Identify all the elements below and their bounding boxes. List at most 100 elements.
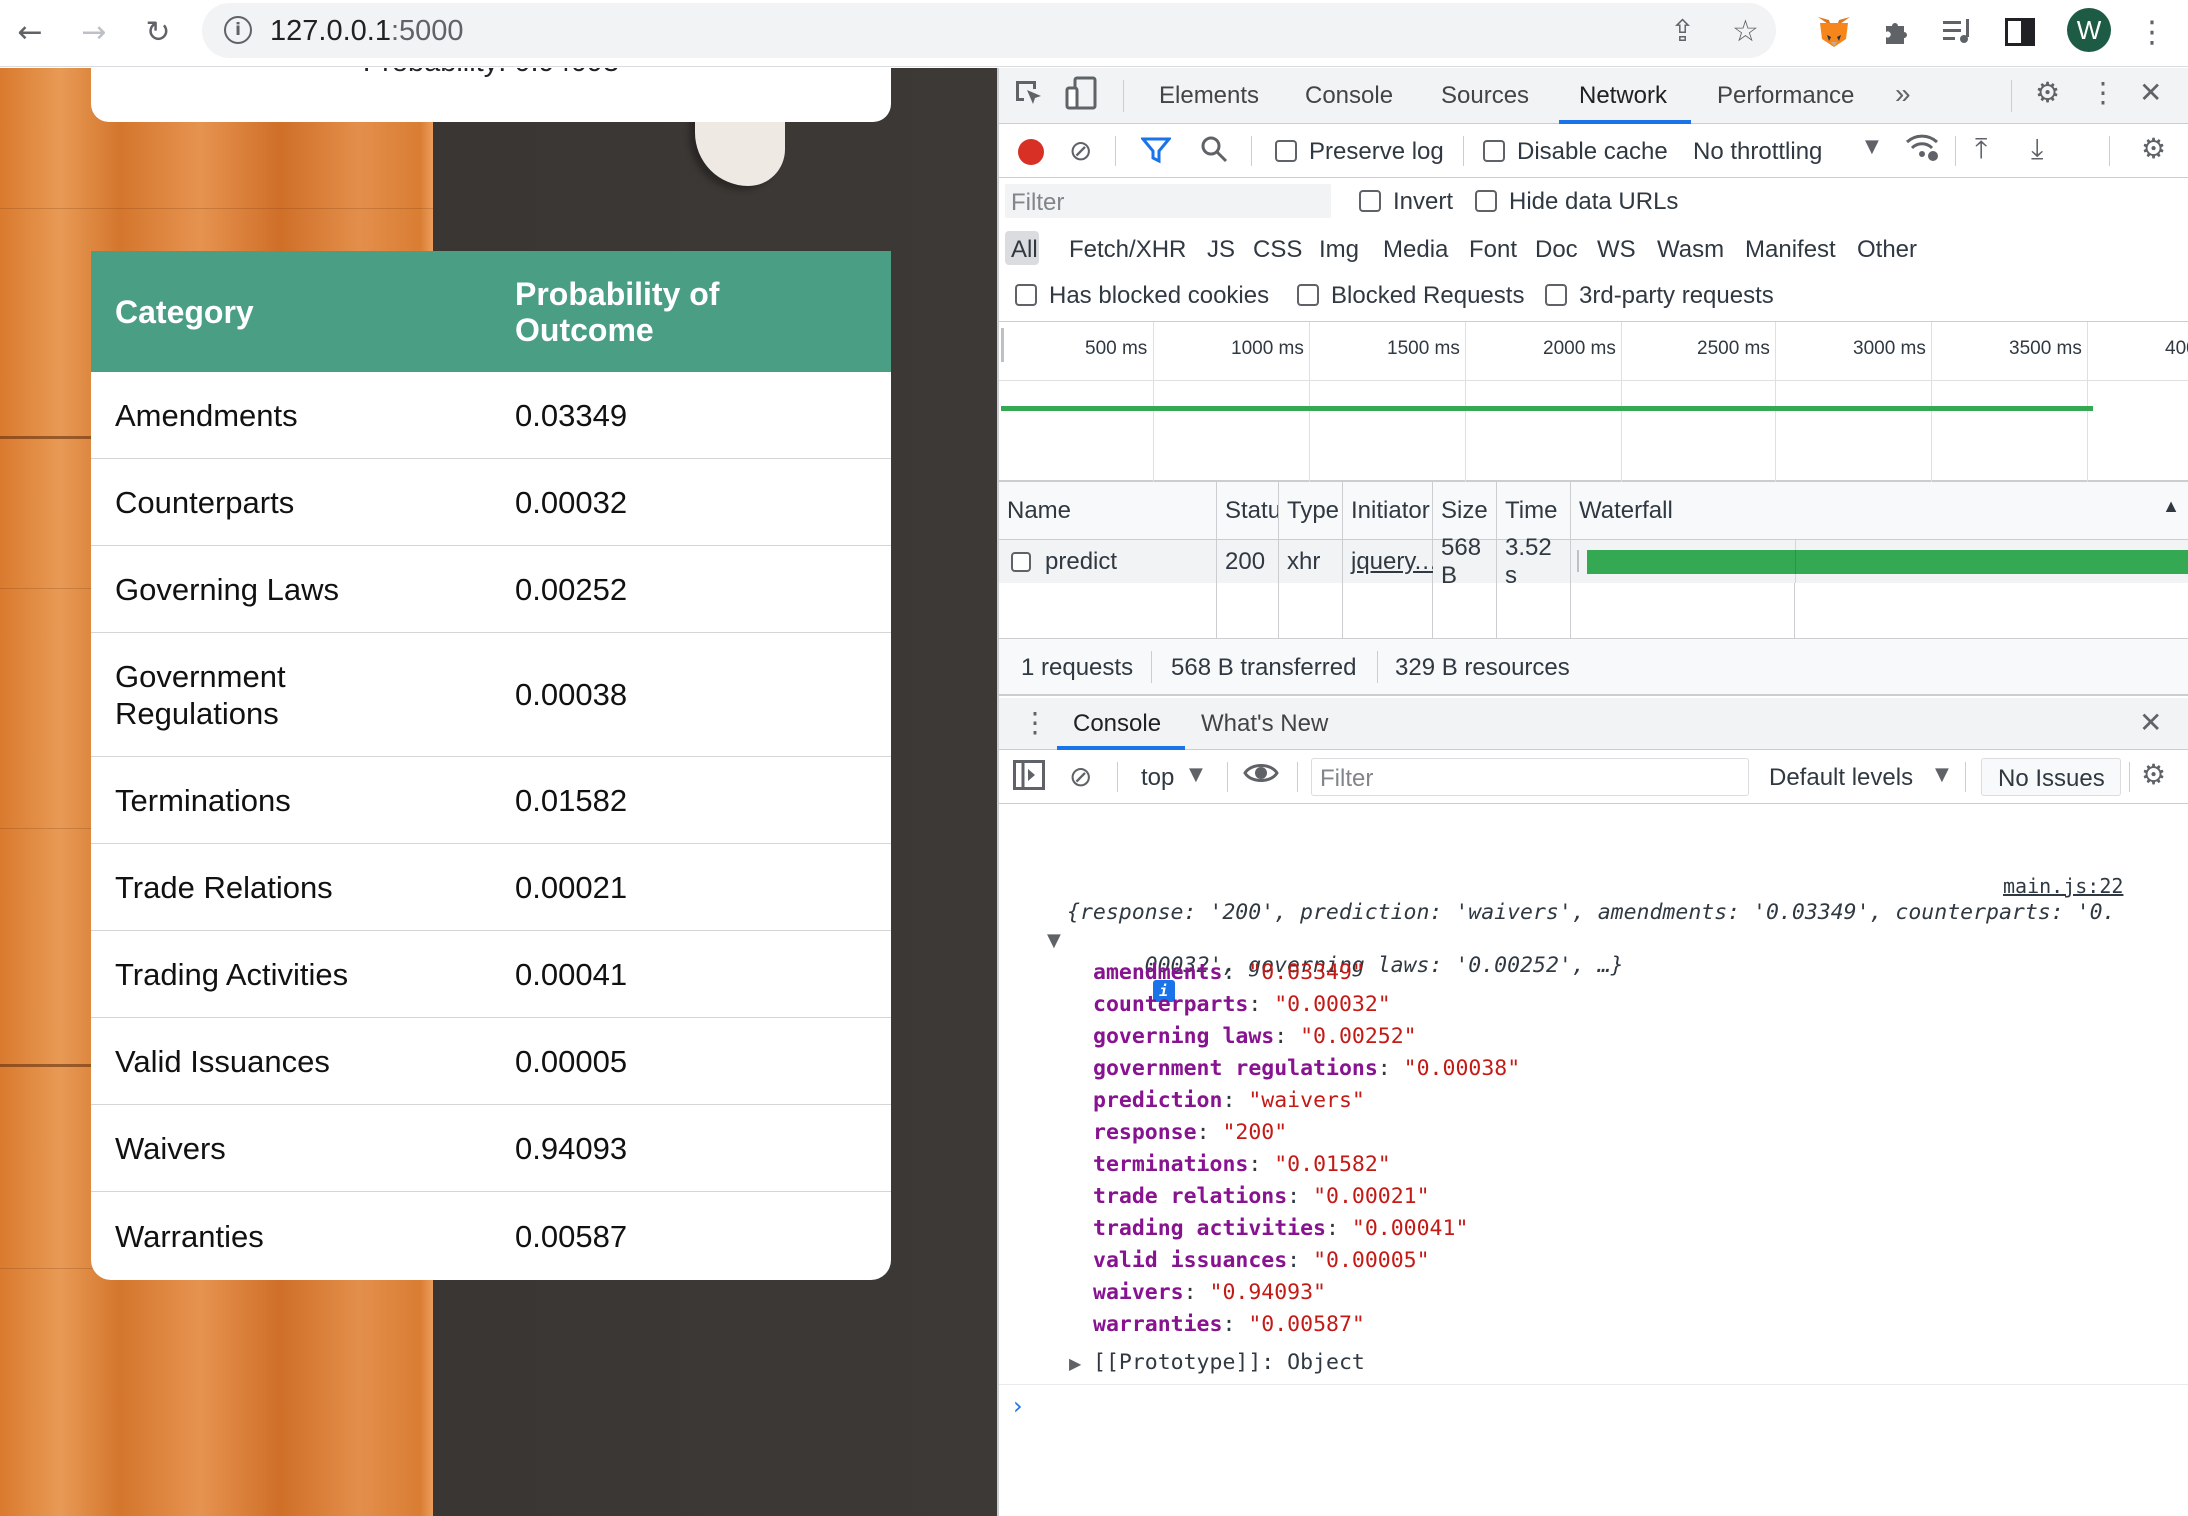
column-size[interactable]: Size [1433, 482, 1497, 540]
tab-sources[interactable]: Sources [1441, 82, 1529, 110]
sort-ascending-icon[interactable]: ▲ [2162, 496, 2180, 517]
import-har-icon[interactable]: ⤒ [1975, 132, 1987, 166]
type-filter-doc[interactable]: Doc [1535, 236, 1578, 264]
object-property-line[interactable]: trade relations: "0.00021" [1093, 1184, 1430, 1209]
profile-avatar[interactable]: W [2067, 8, 2111, 52]
preserve-log-checkbox[interactable] [1275, 140, 1297, 162]
type-filter-media[interactable]: Media [1383, 236, 1448, 264]
filter-input[interactable]: Filter [1005, 184, 1331, 218]
forward-arrow-icon[interactable]: → [72, 10, 116, 54]
type-filter-fetch-xhr[interactable]: Fetch/XHR [1069, 236, 1186, 264]
header-category: Category [115, 293, 254, 330]
drawer-tab-console[interactable]: Console [1073, 710, 1161, 738]
type-filter-wasm[interactable]: Wasm [1657, 236, 1724, 264]
record-icon[interactable] [1018, 139, 1044, 165]
filter-funnel-icon[interactable] [1139, 136, 1173, 171]
invert-checkbox[interactable] [1359, 190, 1381, 212]
column-type[interactable]: Type [1279, 482, 1343, 540]
inspect-element-icon[interactable] [1013, 78, 1045, 117]
type-filter-js[interactable]: JS [1207, 236, 1235, 264]
metamask-fox-icon[interactable] [1812, 10, 1856, 54]
log-levels-dropdown-icon[interactable]: ▼ [1935, 764, 1949, 785]
side-panel-icon[interactable] [1998, 10, 2042, 54]
console-sidebar-icon[interactable] [1013, 760, 1045, 797]
throttling-dropdown-icon[interactable]: ▼ [1865, 136, 1879, 157]
object-property-line[interactable]: amendments: "0.03349" [1093, 960, 1365, 985]
reload-icon[interactable]: ↻ [136, 10, 180, 54]
tab-performance[interactable]: Performance [1717, 82, 1854, 110]
type-filter-img[interactable]: Img [1319, 236, 1359, 264]
live-expression-eye-icon[interactable] [1243, 758, 1279, 795]
issues-button[interactable]: No Issues [1981, 758, 2121, 796]
address-bar[interactable]: i 127.0.0.1:5000 ⇪ ☆ [202, 3, 1776, 58]
network-conditions-wifi-icon[interactable] [1905, 132, 1939, 169]
back-arrow-icon[interactable]: ← [8, 10, 52, 54]
throttling-select[interactable]: No throttling [1693, 138, 1822, 166]
export-har-icon[interactable]: ⤓ [2031, 132, 2043, 166]
tab-console[interactable]: Console [1305, 82, 1393, 110]
column-name[interactable]: Name [999, 482, 1217, 540]
object-preview-line1[interactable]: {response: '200', prediction: 'waivers',… [1067, 900, 2115, 925]
log-levels-select[interactable]: Default levels [1769, 764, 1913, 792]
device-toolbar-icon[interactable] [1065, 76, 1097, 117]
hide-data-urls-checkbox[interactable] [1475, 190, 1497, 212]
clear-icon[interactable]: ⊘ [1069, 134, 1092, 167]
object-property-line[interactable]: response: "200" [1093, 1120, 1287, 1145]
column-initiator[interactable]: Initiator [1343, 482, 1433, 540]
extensions-puzzle-icon[interactable] [1874, 10, 1918, 54]
column-waterfall[interactable]: Waterfall ▲ [1571, 482, 2188, 540]
site-info-icon[interactable]: i [224, 16, 252, 44]
close-drawer-icon[interactable]: ✕ [2139, 706, 2162, 739]
object-property-line[interactable]: trading activities: "0.00041" [1093, 1216, 1468, 1241]
blocked-requests-checkbox[interactable] [1297, 284, 1319, 306]
column-status[interactable]: Status [1217, 482, 1279, 540]
type-filter-ws[interactable]: WS [1597, 236, 1636, 264]
timeline-left-handle[interactable] [1001, 328, 1004, 362]
console-settings-gear-icon[interactable]: ⚙ [2141, 758, 2166, 791]
drawer-menu-icon[interactable]: ⋮ [1021, 706, 1049, 739]
object-property-line[interactable]: valid issuances: "0.00005" [1093, 1248, 1430, 1273]
object-property-line[interactable]: government regulations: "0.00038" [1093, 1056, 1520, 1081]
console-prompt-chevron-icon[interactable]: › [1013, 1392, 1023, 1420]
probability-cell: 0.00005 [515, 1043, 628, 1079]
more-tabs-icon[interactable]: » [1895, 78, 1911, 110]
object-property-line[interactable]: waivers: "0.94093" [1093, 1280, 1326, 1305]
search-icon[interactable] [1199, 134, 1229, 171]
expand-object-triangle-icon[interactable]: ▼ [1047, 930, 1061, 951]
type-filter-other[interactable]: Other [1857, 236, 1917, 264]
has-blocked-cookies-checkbox[interactable] [1015, 284, 1037, 306]
object-property-line[interactable]: counterparts: "0.00032" [1093, 992, 1391, 1017]
tab-network[interactable]: Network [1579, 82, 1667, 110]
object-property-line[interactable]: terminations: "0.01582" [1093, 1152, 1391, 1177]
console-filter-input[interactable]: Filter [1311, 758, 1749, 796]
object-property-line[interactable]: governing laws: "0.00252" [1093, 1024, 1417, 1049]
object-property-line[interactable]: warranties: "0.00587" [1093, 1312, 1365, 1337]
browser-menu-icon[interactable]: ⋮ [2130, 10, 2174, 54]
request-name-cell[interactable]: predict [999, 540, 1217, 583]
network-settings-gear-icon[interactable]: ⚙ [2141, 132, 2166, 165]
context-dropdown-icon[interactable]: ▼ [1189, 764, 1203, 785]
property-key: warranties [1093, 1312, 1223, 1337]
share-icon[interactable]: ⇪ [1670, 14, 1695, 49]
type-filter-manifest[interactable]: Manifest [1745, 236, 1836, 264]
close-devtools-icon[interactable]: ✕ [2139, 76, 2162, 109]
console-source-link[interactable]: main.js:22 [2003, 874, 2123, 898]
drawer-tab-whats-new[interactable]: What's New [1201, 710, 1328, 738]
type-filter-css[interactable]: CSS [1253, 236, 1302, 264]
clear-console-icon[interactable]: ⊘ [1069, 760, 1092, 793]
tab-elements[interactable]: Elements [1159, 82, 1259, 110]
column-time[interactable]: Time [1497, 482, 1571, 540]
bookmark-star-icon[interactable]: ☆ [1732, 14, 1759, 49]
third-party-requests-checkbox[interactable] [1545, 284, 1567, 306]
settings-gear-icon[interactable]: ⚙ [2035, 76, 2060, 109]
type-filter-font[interactable]: Font [1469, 236, 1517, 264]
context-select[interactable]: top [1141, 764, 1174, 792]
expand-prototype-triangle-icon[interactable]: ▶ [1069, 1354, 1081, 1373]
request-initiator-link[interactable]: jquery.… [1343, 540, 1445, 583]
object-property-line[interactable]: prediction: "waivers" [1093, 1088, 1365, 1113]
disable-cache-checkbox[interactable] [1483, 140, 1505, 162]
type-filter-all[interactable]: All [1011, 236, 1038, 264]
devtools-menu-icon[interactable]: ⋮ [2089, 76, 2117, 109]
media-queue-icon[interactable] [1936, 10, 1980, 54]
prototype-line[interactable]: [[Prototype]]: Object [1093, 1350, 1365, 1375]
